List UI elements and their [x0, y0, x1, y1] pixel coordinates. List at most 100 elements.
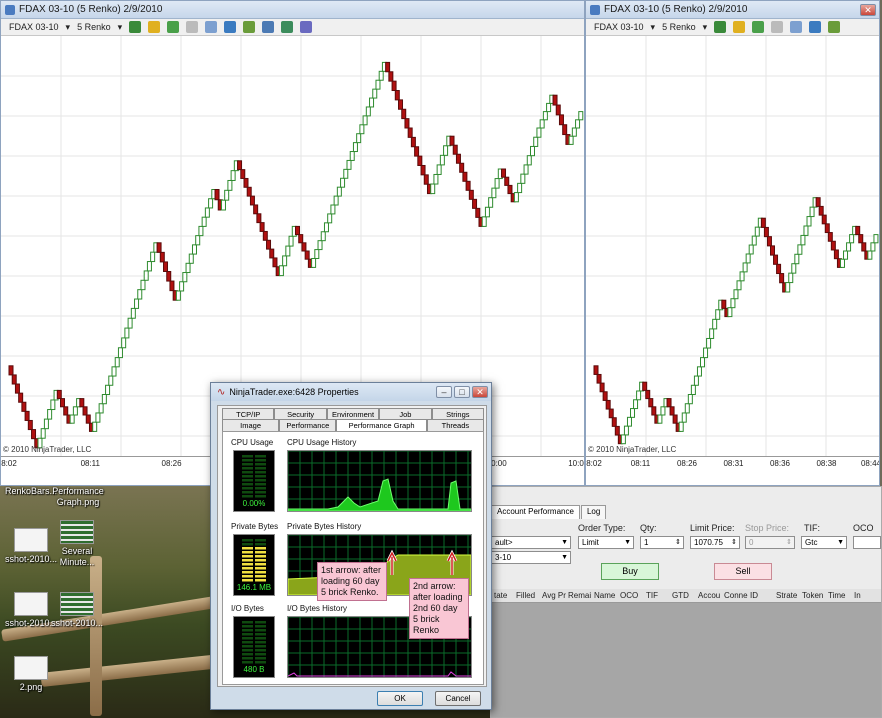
data-box-icon[interactable] — [281, 21, 294, 33]
strategies-icon[interactable] — [262, 21, 275, 33]
chevron-down-icon[interactable]: ▾ — [651, 22, 656, 33]
pencil-icon[interactable] — [733, 21, 746, 33]
column-header[interactable]: Token — [799, 589, 825, 602]
renko-brick-down — [465, 180, 471, 191]
column-header[interactable]: TIF — [643, 589, 669, 602]
close-icon[interactable]: ✕ — [472, 386, 488, 398]
desktop-icon-2png[interactable]: 2.png — [2, 656, 60, 693]
renko-brick-down — [602, 391, 608, 401]
account-select[interactable]: ault> ▼ — [491, 536, 571, 549]
crosshair-icon[interactable] — [771, 21, 784, 33]
tab-threads[interactable]: Threads — [426, 419, 484, 431]
sell-button[interactable]: Sell — [714, 563, 772, 580]
chevron-down-icon[interactable]: ▾ — [66, 22, 71, 33]
renko-brick-up — [568, 135, 574, 145]
drawing-tool-icon[interactable] — [752, 21, 765, 33]
chart-plot-area[interactable]: © 2010 NinjaTrader, LLC 8:02 08:11 08:26 08… — [586, 36, 879, 485]
column-header[interactable]: In — [851, 589, 877, 602]
column-header[interactable]: Strate — [773, 589, 799, 602]
meter-segment — [255, 637, 266, 640]
time-tick-label: 8:02 — [586, 459, 602, 468]
renko-brick-up — [800, 234, 806, 246]
column-header[interactable]: Remai — [565, 589, 591, 602]
time-tick-label: 08:11 — [630, 459, 651, 468]
maximize-icon[interactable]: □ — [454, 386, 470, 398]
zoom-icon[interactable] — [790, 21, 803, 33]
bar-type-icon[interactable] — [714, 21, 727, 33]
column-header[interactable]: Conne — [721, 589, 748, 602]
chevron-down-icon[interactable]: ▾ — [118, 22, 123, 33]
oco-field[interactable] — [853, 536, 881, 549]
renko-brick-down — [593, 365, 599, 375]
pencil-icon[interactable] — [148, 21, 161, 33]
ok-button[interactable]: OK — [377, 691, 423, 706]
properties-icon[interactable] — [224, 21, 237, 33]
column-header[interactable]: Time — [825, 589, 851, 602]
stop-price-stepper[interactable]: 0 ⇕ — [745, 536, 795, 549]
column-header[interactable]: Name — [591, 589, 617, 602]
crosshair-icon[interactable] — [186, 21, 199, 33]
renko-brick-up — [282, 255, 288, 267]
minimize-icon[interactable]: – — [436, 386, 452, 398]
indicators-icon[interactable] — [243, 21, 256, 33]
renko-brick-up — [526, 155, 532, 166]
properties-icon[interactable] — [809, 21, 822, 33]
instrument-selector[interactable]: FDAX 03-10 — [9, 22, 59, 32]
renko-brick-up — [785, 282, 791, 293]
tab-account-performance[interactable]: Account Performance — [491, 505, 580, 519]
renko-brick-up — [491, 187, 497, 199]
tab-performance-graph[interactable]: Performance Graph — [336, 419, 427, 431]
meter-segment — [255, 555, 266, 558]
window-title: FDAX 03-10 (5 Renko) 2/9/2010 — [19, 4, 163, 15]
close-icon[interactable]: ✕ — [860, 3, 876, 16]
renko-brick-up — [43, 418, 49, 430]
drawing-tool-icon[interactable] — [167, 21, 180, 33]
order-type-select[interactable]: Limit ▼ — [578, 536, 634, 549]
renko-brick-down — [760, 217, 766, 228]
meter-segment — [242, 629, 253, 632]
desktop-icon-several-minute[interactable]: Several Minute... — [48, 520, 106, 568]
interval-selector[interactable]: 5 Renko — [662, 22, 696, 32]
renko-brick-up — [198, 225, 204, 237]
column-header[interactable]: ID — [747, 589, 773, 602]
renko-brick-down — [385, 61, 391, 73]
chevron-down-icon[interactable]: ▾ — [703, 22, 708, 33]
meter-segment — [255, 629, 266, 632]
interval-selector[interactable]: 5 Renko — [77, 22, 111, 32]
annotation-callout-2: 2nd arrow: after loading 2nd 60 day 5 br… — [409, 578, 469, 639]
tab-image[interactable]: Image — [222, 419, 280, 431]
cancel-button[interactable]: Cancel — [435, 691, 481, 706]
tif-select[interactable]: Gtc ▼ — [801, 536, 847, 549]
renko-brick-down — [455, 153, 461, 164]
tab-performance[interactable]: Performance — [279, 419, 337, 431]
meter-segment — [242, 483, 253, 486]
column-header[interactable]: Filled — [513, 589, 539, 602]
column-header[interactable]: Accou — [695, 589, 721, 602]
column-header[interactable]: GTD — [669, 589, 695, 602]
renko-brick-up — [433, 173, 439, 185]
renko-brick-down — [243, 177, 249, 188]
column-header[interactable]: Avg Pr — [539, 589, 566, 602]
qty-stepper[interactable]: 1 ⇕ — [640, 536, 684, 549]
column-header[interactable]: OCO — [617, 589, 643, 602]
zoom-icon[interactable] — [205, 21, 218, 33]
buy-button[interactable]: Buy — [601, 563, 659, 580]
tab-log[interactable]: Log — [580, 505, 607, 519]
renko-brick-up — [794, 253, 800, 265]
instrument-select[interactable]: 3-10 ▼ — [491, 551, 571, 564]
meter-segment — [255, 547, 266, 550]
copy-icon[interactable] — [300, 21, 313, 33]
renko-brick-up — [195, 235, 201, 246]
limit-price-stepper[interactable]: 1070.75 ⇕ — [690, 536, 740, 549]
meter-segment — [255, 579, 266, 582]
indicators-icon[interactable] — [828, 21, 841, 33]
bar-type-icon[interactable] — [129, 21, 142, 33]
renko-brick-up — [285, 245, 291, 257]
column-header[interactable]: tate — [491, 589, 513, 602]
renko-brick-down — [249, 195, 255, 206]
instrument-selector[interactable]: FDAX 03-10 — [594, 22, 644, 32]
desktop-icon-sshot-3[interactable]: sshot-2010... — [48, 592, 106, 629]
desktop-icon-performance-graph[interactable]: Performance Graph.png — [48, 486, 108, 508]
meter-segment — [242, 575, 253, 578]
window-title-bar: FDAX 03-10 (5 Renko) 2/9/2010 — [1, 1, 584, 19]
